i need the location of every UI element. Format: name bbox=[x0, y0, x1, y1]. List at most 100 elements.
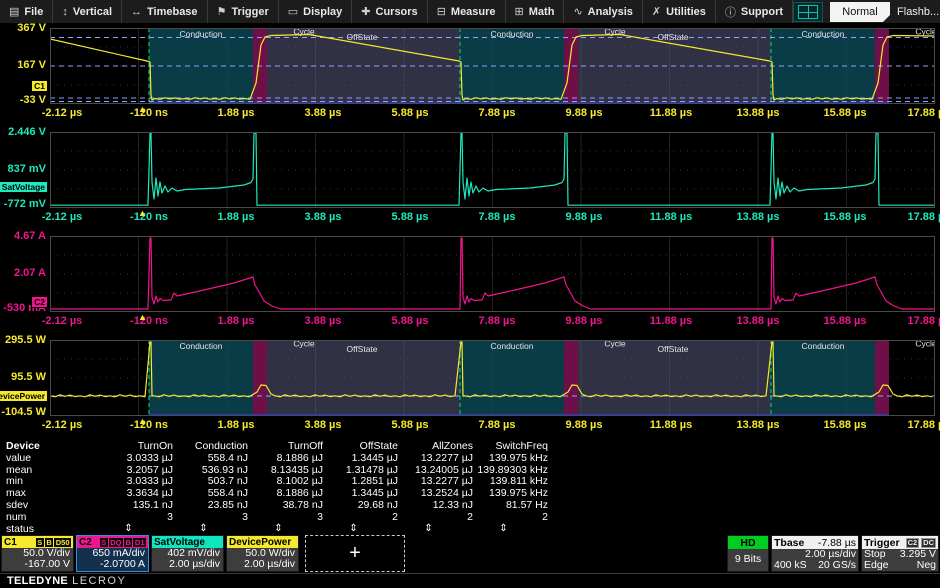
column-header-allzones[interactable]: AllZones bbox=[400, 440, 475, 452]
table-cell: 3 bbox=[175, 511, 250, 523]
menu-item-measure[interactable]: ⊟Measure bbox=[428, 0, 506, 23]
table-cell: 558.4 nJ bbox=[175, 487, 250, 499]
plot-grid-c1[interactable]: ConductionCycleOffStateConductionCycleOf… bbox=[50, 28, 935, 104]
descriptor-line2: 2.00 µs/div bbox=[227, 559, 298, 570]
column-header-conduction[interactable]: Conduction bbox=[175, 440, 250, 452]
timebase-offset: -7.88 µs bbox=[818, 537, 856, 549]
table-cell: 139.975 kHz bbox=[475, 487, 550, 499]
plot-grid-satvoltage[interactable] bbox=[50, 132, 935, 208]
grid-layout-button[interactable] bbox=[793, 2, 823, 22]
timebase-icon: ↔ bbox=[131, 6, 142, 18]
y-axis-label: 2.446 V bbox=[0, 126, 46, 138]
hd-bits: 9 Bits bbox=[728, 549, 768, 569]
channel-descriptor-devicepower[interactable]: DevicePower50.0 W/div2.00 µs/div bbox=[226, 535, 299, 572]
add-trace-button[interactable]: + bbox=[305, 535, 405, 572]
row-label: mean bbox=[0, 464, 100, 476]
conduction-zone bbox=[149, 28, 253, 104]
waveform-panel-c2: 4.67 A2.07 A-530 mAC2-2.12 µs-120 ns1.88… bbox=[0, 236, 940, 336]
channel-badge-c2[interactable]: C2 bbox=[31, 296, 48, 308]
trigger-box[interactable]: Trigger C2DC Stop 3.295 V Edge Neg bbox=[861, 535, 939, 572]
table-cell: 8.1002 µJ bbox=[250, 475, 325, 487]
menu-item-support[interactable]: ⓘSupport bbox=[716, 0, 793, 23]
display-mode-dropdown[interactable]: Normal bbox=[830, 2, 890, 22]
plot-grid-c2[interactable] bbox=[50, 236, 935, 312]
file-icon: ▤ bbox=[9, 5, 19, 18]
y-axis-label: -33 V bbox=[0, 94, 46, 106]
descriptor-title: C1 bbox=[4, 537, 17, 548]
hd-mode-box[interactable]: HD 9 Bits bbox=[727, 535, 769, 572]
descriptor-title: C2 bbox=[79, 537, 92, 548]
brand-name: TELEDYNE bbox=[7, 575, 68, 587]
turnoff-zone bbox=[875, 340, 889, 416]
trigger-marker-icon[interactable]: ▲ bbox=[138, 312, 147, 322]
waveform-panel-devicepower: 295.5 W95.5 W-104.5 WDevicePowerConducti… bbox=[0, 340, 940, 440]
time-axis-label: -2.12 µs bbox=[42, 419, 83, 431]
trigger-marker-icon[interactable]: ▲ bbox=[138, 416, 147, 426]
descriptor-badge: D50 bbox=[54, 538, 71, 547]
measurement-table: DeviceTurnOnConductionTurnOffOffStateAll… bbox=[0, 440, 620, 534]
row-label: sdev bbox=[0, 499, 100, 511]
trigger-marker-icon[interactable]: ▲ bbox=[138, 208, 147, 218]
y-axis-label: -104.5 W bbox=[0, 406, 46, 418]
plot-grid-devicepower[interactable]: ConductionCycleOffStateConductionCycleOf… bbox=[50, 340, 935, 416]
flashback-button[interactable]: Flashb... bbox=[897, 6, 939, 18]
menu-item-display[interactable]: ▭Display bbox=[279, 0, 353, 23]
cursors-icon: ✚ bbox=[361, 5, 370, 18]
updown-arrow-icon[interactable]: ⇕ bbox=[325, 523, 400, 534]
row-label: value bbox=[0, 452, 100, 464]
column-header-turnoff[interactable]: TurnOff bbox=[250, 440, 325, 452]
table-cell: 2 bbox=[400, 511, 475, 523]
channel-descriptor-satvoltage[interactable]: SatVoltage402 mV/div2.00 µs/div bbox=[151, 535, 224, 572]
descriptor-badge: B bbox=[124, 538, 132, 547]
channel-descriptor-c2[interactable]: C2SDQBD1650 mA/div-2.0700 A bbox=[76, 535, 149, 572]
channel-badge-satvoltage[interactable]: SatVoltage bbox=[0, 181, 48, 193]
table-row-min: min3.0333 µJ503.7 nJ8.1002 µJ1.2851 µJ13… bbox=[0, 475, 620, 487]
time-axis-label: 7.88 µs bbox=[479, 211, 516, 223]
updown-arrow-icon[interactable]: ⇕ bbox=[400, 523, 475, 534]
column-header-offstate[interactable]: OffState bbox=[325, 440, 400, 452]
column-header-turnon[interactable]: TurnOn bbox=[100, 440, 175, 452]
channel-descriptors: C1SBD5050.0 V/div-167.00 VC2SDQBD1650 mA… bbox=[1, 535, 301, 572]
channel-badge-c1[interactable]: C1 bbox=[31, 80, 48, 92]
menu-item-timebase[interactable]: ↔Timebase bbox=[122, 0, 208, 23]
table-cell: 81.57 Hz bbox=[475, 499, 550, 511]
trigger-marker-icon[interactable]: ▲ bbox=[138, 104, 147, 114]
time-axis-label: 7.88 µs bbox=[479, 315, 516, 327]
time-axis-label: 7.88 µs bbox=[479, 107, 516, 119]
menu-item-file[interactable]: ▤File bbox=[0, 0, 53, 23]
table-cell: 1.3445 µJ bbox=[325, 487, 400, 499]
updown-arrow-icon[interactable]: ⇕ bbox=[475, 523, 550, 534]
menu-item-analysis[interactable]: ∿Analysis bbox=[564, 0, 642, 23]
y-axis-label: 95.5 W bbox=[0, 371, 46, 383]
menu-item-math[interactable]: ⊞Math bbox=[506, 0, 565, 23]
updown-arrow-icon[interactable]: ⇕ bbox=[175, 523, 250, 534]
updown-arrow-icon[interactable]: ⇕ bbox=[100, 523, 175, 534]
menu-item-utilities[interactable]: ✗Utilities bbox=[643, 0, 716, 23]
updown-arrow-icon[interactable]: ⇕ bbox=[250, 523, 325, 534]
y-axis-label: 837 mV bbox=[0, 163, 46, 175]
column-header-switchfreq[interactable]: SwitchFreq bbox=[475, 440, 550, 452]
menu-item-trigger[interactable]: ⚑Trigger bbox=[208, 0, 279, 23]
menu-items: ▤File↕Vertical↔Timebase⚑Trigger▭Display✚… bbox=[0, 0, 793, 23]
menu-item-label: Trigger bbox=[231, 6, 268, 18]
menu-item-label: Cursors bbox=[376, 6, 418, 18]
table-cell: 3 bbox=[250, 511, 325, 523]
table-cell: 3 bbox=[100, 511, 175, 523]
y-axis-label: 295.5 W bbox=[0, 334, 46, 346]
table-cell: 13.2277 µJ bbox=[400, 475, 475, 487]
sample-count: 400 kS bbox=[774, 560, 807, 571]
time-axis: -2.12 µs-120 ns1.88 µs3.88 µs5.88 µs7.88… bbox=[0, 315, 940, 330]
timebase-box[interactable]: Tbase -7.88 µs 2.00 µs/div 400 kS 20 GS/… bbox=[771, 535, 859, 572]
menu-item-label: Support bbox=[741, 6, 783, 18]
channel-descriptor-c1[interactable]: C1SBD5050.0 V/div-167.00 V bbox=[1, 535, 74, 572]
menu-item-cursors[interactable]: ✚ Cursors bbox=[352, 0, 427, 23]
row-label: num bbox=[0, 511, 100, 523]
menu-item-vertical[interactable]: ↕Vertical bbox=[53, 0, 122, 23]
descriptor-badge: B bbox=[45, 538, 53, 547]
time-axis-label: -120 ns bbox=[130, 211, 168, 223]
conduction-zone bbox=[460, 340, 564, 416]
channel-badge-devicepower[interactable]: DevicePower bbox=[0, 390, 48, 402]
table-row-max: max3.3634 µJ558.4 nJ8.1886 µJ1.3445 µJ13… bbox=[0, 487, 620, 499]
time-axis-label: 9.88 µs bbox=[566, 315, 603, 327]
trigger-source-badge: DC bbox=[921, 538, 936, 548]
